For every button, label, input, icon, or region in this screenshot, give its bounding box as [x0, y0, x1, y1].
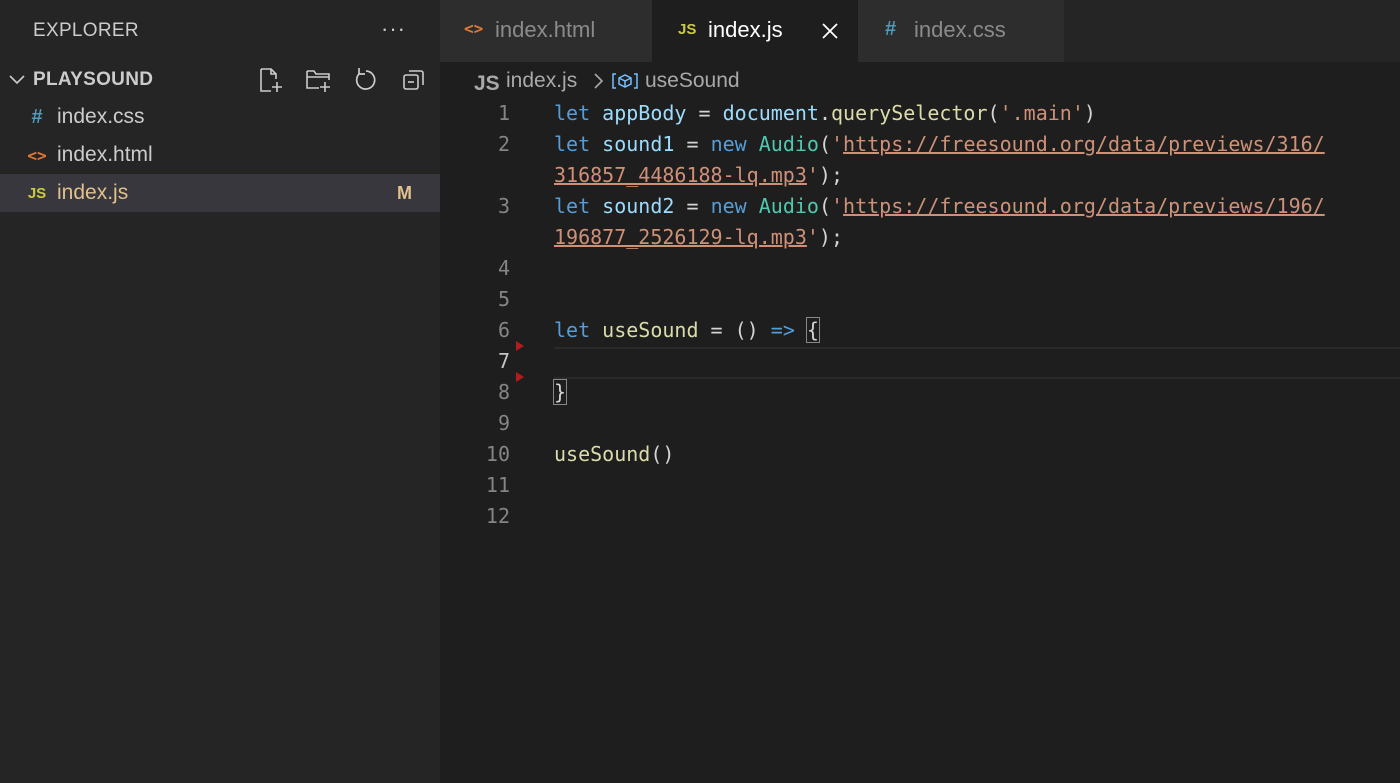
code-line-2-wrap: 316857_4486188-lq.mp3');: [554, 163, 844, 187]
editor-tab-bar: <> index.html JS index.js # index.css: [440, 0, 1400, 62]
line-number: 1: [497, 101, 510, 125]
new-file-icon[interactable]: [256, 66, 284, 94]
line-number: 12: [485, 504, 510, 528]
folder-name: PLAYSOUND: [33, 69, 154, 90]
js-file-icon: JS: [678, 21, 697, 38]
js-file-icon: JS: [474, 72, 500, 95]
line-number: 8: [497, 380, 510, 404]
url-link[interactable]: https://freesound.org/data/previews/196/: [843, 194, 1325, 218]
refresh-icon[interactable]: [352, 66, 380, 94]
file-name: index.html: [57, 143, 153, 166]
line-number: 11: [485, 473, 510, 497]
code-line-2: let sound1 = new Audio('https://freesoun…: [554, 132, 1325, 156]
url-link[interactable]: 196877_2526129-lq.mp3: [554, 225, 807, 249]
line-number: 6: [497, 318, 510, 342]
new-folder-icon[interactable]: [304, 66, 332, 94]
code-line-1: let appBody = document.querySelector('.m…: [554, 101, 1096, 125]
close-icon[interactable]: [821, 22, 839, 40]
tab-label: index.js: [708, 17, 783, 42]
url-link[interactable]: https://freesound.org/data/previews/316/: [843, 132, 1325, 156]
chevron-right-icon: [594, 73, 604, 89]
file-item-index-css[interactable]: # index.css: [0, 98, 440, 136]
url-link[interactable]: 316857_4486188-lq.mp3: [554, 163, 807, 187]
code-line-8: }: [552, 379, 568, 405]
symbol-variable-icon: [612, 73, 638, 89]
explorer-title: EXPLORER: [33, 20, 139, 41]
tab-label: index.html: [495, 17, 596, 42]
folder-playsound[interactable]: PLAYSOUND: [0, 62, 440, 98]
file-item-index-html[interactable]: <> index.html: [0, 136, 440, 174]
explorer-header: EXPLORER ···: [0, 0, 440, 62]
tab-index-js[interactable]: JS index.js: [652, 0, 858, 62]
css-file-icon: #: [31, 105, 43, 128]
chevron-down-icon[interactable]: [7, 70, 27, 90]
code-line-3: let sound2 = new Audio('https://freesoun…: [554, 194, 1325, 218]
css-file-icon: #: [885, 18, 897, 40]
line-number: 2: [497, 132, 510, 156]
more-actions-icon[interactable]: ···: [381, 16, 406, 42]
js-file-icon: JS: [27, 184, 47, 202]
modified-badge: M: [397, 182, 412, 203]
tab-index-html[interactable]: <> index.html: [440, 0, 652, 62]
current-line-highlight: [554, 347, 1400, 379]
breadcrumb-symbol[interactable]: useSound: [645, 69, 740, 93]
line-number: 5: [497, 287, 510, 311]
line-number: 3: [497, 194, 510, 218]
html-file-icon: <>: [27, 145, 47, 165]
line-number: 9: [497, 411, 510, 435]
code-line-3-wrap: 196877_2526129-lq.mp3');: [554, 225, 844, 249]
code-editor[interactable]: 1 2 3 4 5 6 7 8 9 10 11 12 let appBody =…: [440, 98, 1400, 783]
tab-label: index.css: [914, 17, 1006, 42]
breadcrumb: JS index.js useSound: [440, 62, 1400, 98]
file-name: index.css: [57, 105, 145, 128]
gutter-marker: [516, 372, 524, 382]
html-file-icon: <>: [464, 19, 484, 38]
line-number: 10: [485, 442, 510, 466]
gutter-marker: [516, 341, 524, 351]
code-line-6: let useSound = () => {: [554, 317, 820, 343]
file-item-index-js[interactable]: JS index.js M: [0, 174, 440, 212]
matching-bracket: {: [805, 317, 820, 343]
tab-index-css[interactable]: # index.css: [858, 0, 1064, 62]
file-name: index.js: [57, 181, 129, 204]
breadcrumb-file[interactable]: index.js: [506, 69, 577, 93]
collapse-all-icon[interactable]: [400, 66, 428, 94]
explorer-sidebar: EXPLORER ··· PLAYSOUND # index.css <> in…: [0, 0, 440, 783]
matching-bracket: }: [552, 379, 568, 405]
line-number-current: 7: [497, 349, 510, 373]
folder-actions: [256, 66, 428, 94]
line-number: 4: [497, 256, 510, 280]
code-line-10: useSound(): [554, 442, 675, 466]
